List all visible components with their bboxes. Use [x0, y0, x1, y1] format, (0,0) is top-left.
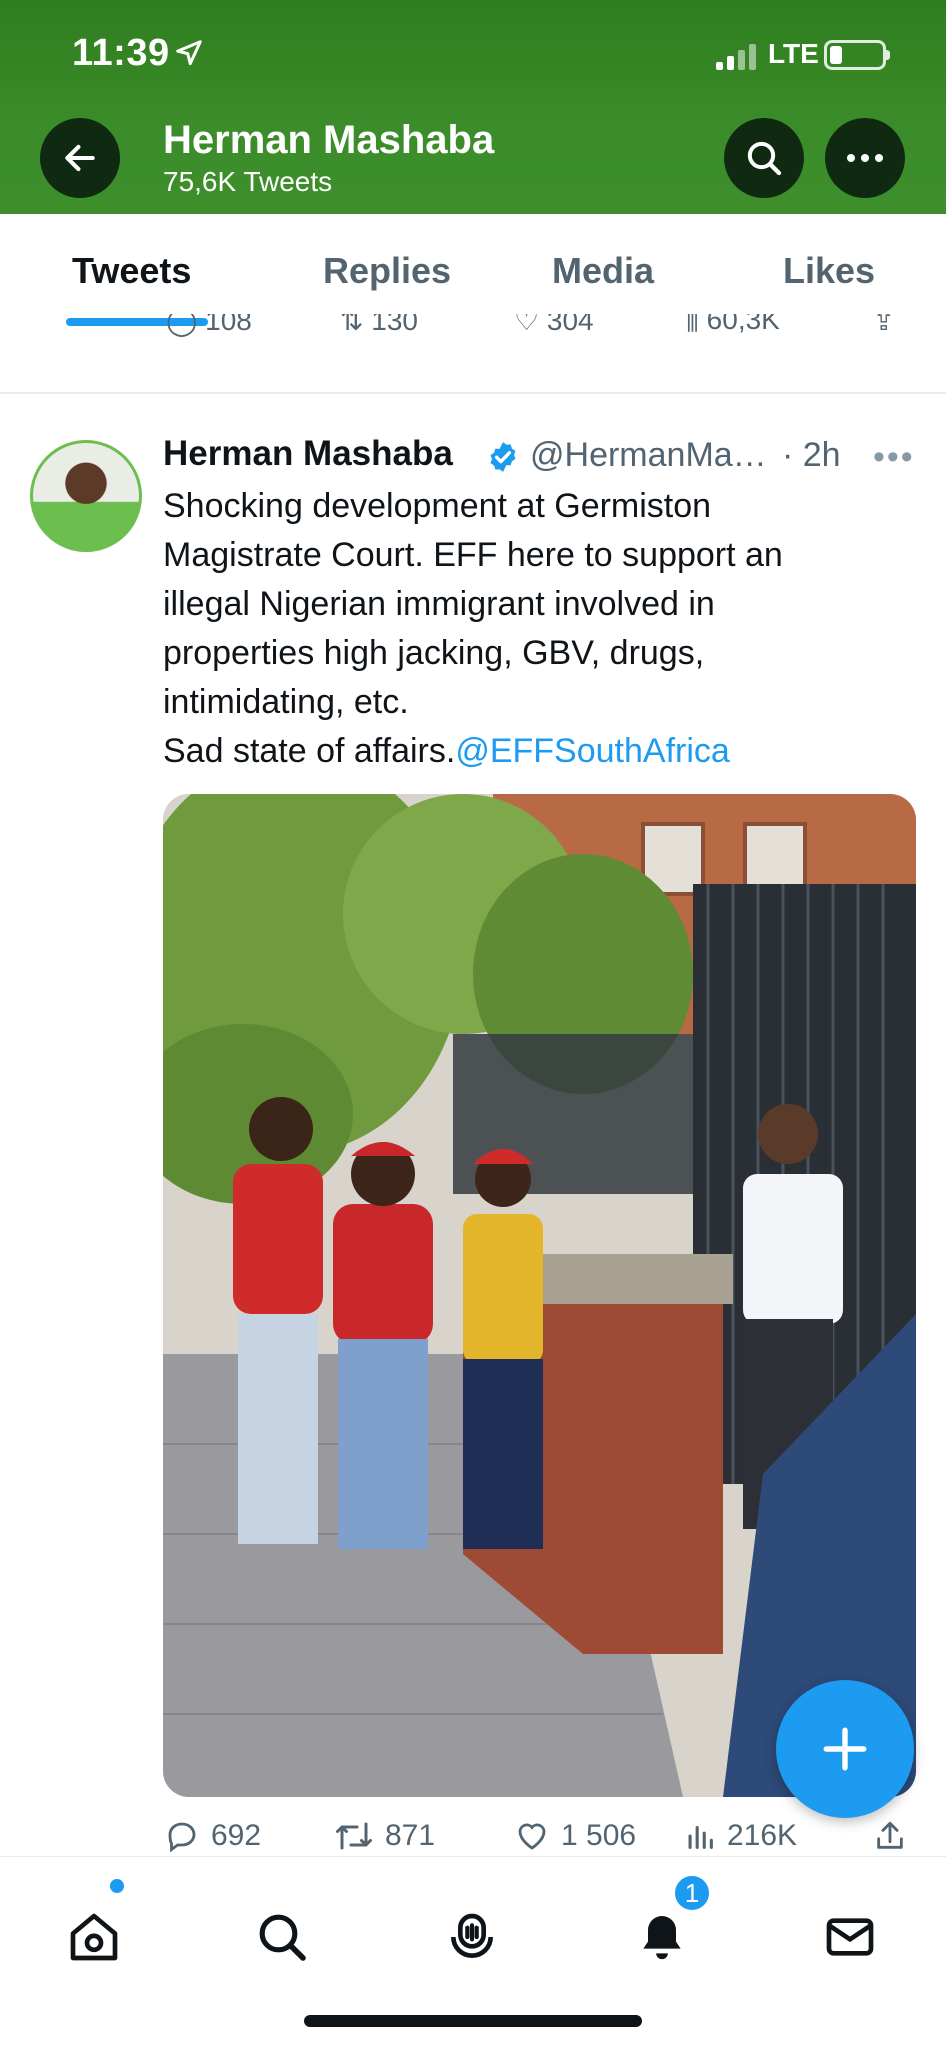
nav-messages[interactable] — [820, 1907, 880, 1967]
location-arrow-icon — [176, 40, 202, 66]
tab-tweets[interactable]: Tweets — [72, 250, 191, 292]
views-icon — [688, 1825, 713, 1849]
tab-media[interactable]: Media — [552, 250, 654, 292]
reply-count[interactable]: ◯ 108 — [166, 314, 252, 337]
more-dots-icon — [847, 154, 883, 162]
tab-replies[interactable]: Replies — [323, 250, 451, 292]
tweet-time: · 2h — [782, 436, 841, 474]
profile-header: 11:39 LTE Herman Mashaba 75,6K Tweets — [0, 0, 946, 214]
profile-tabs: Tweets Replies Media Likes — [0, 214, 946, 326]
battery-icon — [824, 40, 886, 70]
tweet-more-icon[interactable]: ••• — [873, 438, 915, 477]
author-avatar[interactable] — [30, 440, 142, 552]
back-button[interactable] — [40, 118, 120, 198]
retweet-count[interactable]: ⇅ 130 — [340, 314, 418, 337]
notification-badge: 1 — [672, 1873, 712, 1913]
search-button[interactable] — [724, 118, 804, 198]
tweet-text: Shocking development at Germiston Magist… — [163, 487, 783, 770]
verified-badge-icon — [490, 442, 516, 472]
views-button[interactable]: 216K — [683, 1820, 797, 1854]
retweet-icon — [336, 1822, 372, 1850]
tweet-actions: 692 871 1 506 216K — [163, 1820, 923, 1856]
more-options-button[interactable] — [825, 118, 905, 198]
share-icon[interactable]: ⇪ — [872, 314, 895, 337]
tab-likes[interactable]: Likes — [783, 250, 875, 292]
nav-spaces[interactable] — [442, 1907, 502, 1967]
nav-notifications[interactable] — [632, 1907, 692, 1967]
nav-home[interactable] — [64, 1907, 124, 1967]
home-icon — [70, 1913, 118, 1961]
retweet-button[interactable]: 871 — [333, 1820, 435, 1854]
like-button[interactable]: 1 506 — [513, 1820, 636, 1854]
previous-tweet-actions: ◯ 108 ⇅ 130 ♡ 304 ⫼ 60,3K ⇪ — [0, 314, 946, 342]
reply-button[interactable]: 692 — [163, 1820, 261, 1854]
home-indicator — [304, 2015, 642, 2027]
status-time: 11:39 — [72, 32, 170, 74]
views-count[interactable]: ⫼ 60,3K — [686, 314, 780, 337]
nav-search[interactable] — [252, 1907, 312, 1967]
tweet-count: 75,6K Tweets — [163, 166, 333, 197]
plus-icon — [823, 1727, 867, 1771]
heart-icon — [518, 1823, 546, 1850]
bottom-navigation: 1 — [0, 1856, 946, 2048]
header-title: Herman Mashaba — [163, 118, 495, 162]
tweet-photo[interactable] — [163, 794, 916, 1797]
tweet-divider — [0, 392, 946, 394]
mail-icon — [826, 1918, 874, 1956]
signal-icon — [716, 44, 756, 70]
bell-icon — [643, 1916, 681, 1960]
search-icon — [259, 1914, 306, 1961]
spaces-microphone-icon — [451, 1913, 493, 1958]
compose-tweet-button[interactable] — [776, 1680, 914, 1818]
share-button[interactable] — [873, 1820, 907, 1854]
tweet-handle[interactable]: @HermanMa… — [530, 436, 767, 475]
network-label: LTE — [768, 38, 819, 69]
mention-link[interactable]: @EFFSouthAfrica — [455, 732, 730, 770]
like-count[interactable]: ♡ 304 — [514, 314, 594, 337]
arrow-left-icon — [65, 144, 95, 172]
home-unread-dot — [110, 1879, 124, 1893]
share-icon — [877, 1821, 903, 1849]
reply-icon — [168, 1822, 196, 1853]
tweet-author[interactable]: Herman Mashaba — [163, 434, 453, 474]
search-icon — [747, 141, 782, 176]
